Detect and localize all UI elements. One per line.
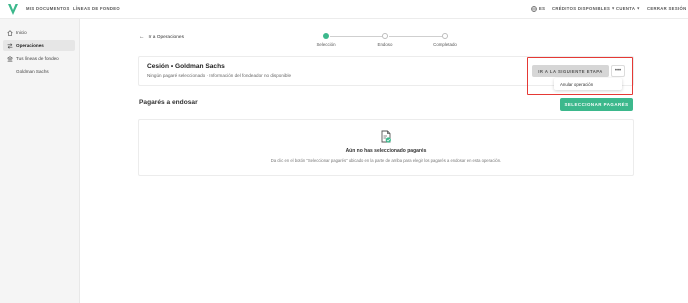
sidebar-item-operations[interactable]: Operaciones: [3, 40, 75, 51]
globe-icon: [531, 6, 537, 12]
bank-icon: [7, 55, 13, 62]
stepper-connector: [330, 36, 382, 37]
chevron-down-icon: ▾: [612, 5, 615, 11]
sidebar-item-label: Tus líneas de fondeo: [16, 56, 59, 61]
highlight-box: [527, 57, 633, 95]
step-label-completed: Completado: [433, 42, 457, 47]
step-indicator-active: [323, 33, 329, 39]
back-to-operations-link[interactable]: ← Ir a Operaciones: [139, 34, 184, 40]
arrows-icon: [7, 42, 13, 49]
logout-link[interactable]: CERRAR SESIÓN: [647, 6, 686, 11]
step-indicator: [382, 33, 388, 39]
chevron-down-icon: ▾: [637, 5, 640, 11]
sidebar-item-label: Inicio: [16, 30, 27, 35]
home-icon: [7, 29, 13, 36]
empty-state-title: Aún no has seleccionado pagarés: [345, 148, 427, 154]
sidebar-item-label: Operaciones: [16, 43, 44, 48]
sidebar-item-funding-lines[interactable]: Tus líneas de fondeo: [3, 53, 75, 64]
nav-funding-lines[interactable]: LÍNEAS DE FONDEO: [73, 6, 120, 11]
back-link-label: Ir a Operaciones: [148, 34, 184, 40]
nav-my-documents[interactable]: MIS DOCUMENTOS: [26, 6, 70, 11]
top-bar: MIS DOCUMENTOS LÍNEAS DE FONDEO ES CRÉDI…: [0, 0, 688, 19]
sidebar-item-label: Goldman Sachs: [16, 69, 49, 74]
language-selector[interactable]: ES: [531, 6, 545, 12]
section-title: Pagarés a endosar: [139, 99, 198, 106]
step-label-selection: Selección: [316, 42, 336, 47]
sidebar: Inicio Operaciones Tus líneas de fondeo …: [0, 19, 80, 303]
logo-icon[interactable]: [7, 3, 19, 16]
document-check-icon: [381, 130, 391, 143]
account-menu[interactable]: CUENTA ▾: [616, 6, 640, 11]
language-label: ES: [539, 6, 546, 12]
operation-subtitle: Ningún pagaré seleccionado · Información…: [147, 73, 292, 78]
empty-state-description: Da clic en el botón "Seleccionar pagarés…: [270, 157, 502, 163]
step-label-endorsement: Endoso: [377, 42, 393, 47]
stepper-connector: [389, 36, 442, 37]
credits-label: CRÉDITOS DISPONIBLES: [552, 6, 611, 11]
operation-title: Cesión • Goldman Sachs: [147, 63, 225, 70]
arrow-left-icon: ←: [139, 34, 145, 40]
step-indicator: [442, 33, 448, 39]
sidebar-item-goldman-sachs[interactable]: Goldman Sachs: [3, 66, 75, 77]
credits-menu[interactable]: CRÉDITOS DISPONIBLES ▾: [552, 6, 614, 11]
account-label: CUENTA: [616, 6, 636, 11]
select-promissory-notes-button[interactable]: SELECCIONAR PAGARÉS: [560, 98, 633, 111]
sidebar-item-home[interactable]: Inicio: [3, 27, 75, 38]
